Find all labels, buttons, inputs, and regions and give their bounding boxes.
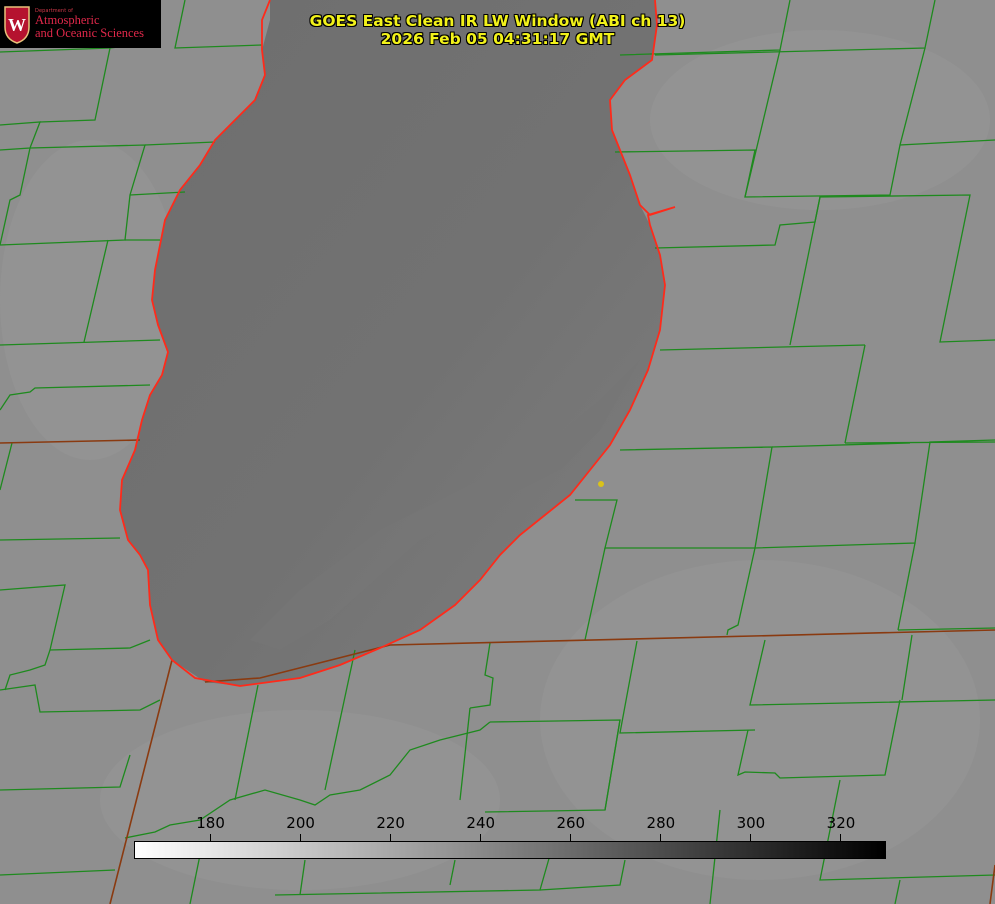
timestamp-title: 2026 Feb 05 04:31:17 GMT bbox=[380, 30, 615, 48]
colorbar-tick-mark bbox=[210, 834, 212, 841]
colorbar-tick-label: 240 bbox=[466, 814, 496, 832]
colorbar-tick-mark bbox=[300, 834, 302, 841]
colorbar-tick-label: 320 bbox=[826, 814, 856, 832]
colorbar-tick-mark bbox=[750, 834, 752, 841]
colorbar-legend: 180 200 220 240 260 280 300 320 bbox=[0, 810, 995, 870]
colorbar-tick-label: 220 bbox=[376, 814, 405, 832]
satellite-image-viewer: W Department of Atmospheric and Oceanic … bbox=[0, 0, 995, 904]
colorbar-tick-mark bbox=[390, 834, 392, 841]
colorbar-tick-label: 260 bbox=[556, 814, 586, 832]
colorbar-tick-mark bbox=[660, 834, 662, 841]
satellite-map bbox=[0, 0, 995, 904]
colorbar-tick-label: 300 bbox=[736, 814, 766, 832]
colorbar-tick-label: 180 bbox=[196, 814, 225, 832]
colorbar-tick-mark bbox=[570, 834, 572, 841]
colorbar-tick-label: 280 bbox=[646, 814, 676, 832]
product-title: GOES East Clean IR LW Window (ABI ch 13) bbox=[309, 12, 686, 30]
location-dot-icon bbox=[598, 481, 604, 487]
colorbar-tick-mark bbox=[480, 834, 482, 841]
colorbar-tick-mark bbox=[840, 834, 842, 841]
colorbar-gradient bbox=[134, 841, 886, 859]
colorbar-tick-label: 200 bbox=[286, 814, 315, 832]
